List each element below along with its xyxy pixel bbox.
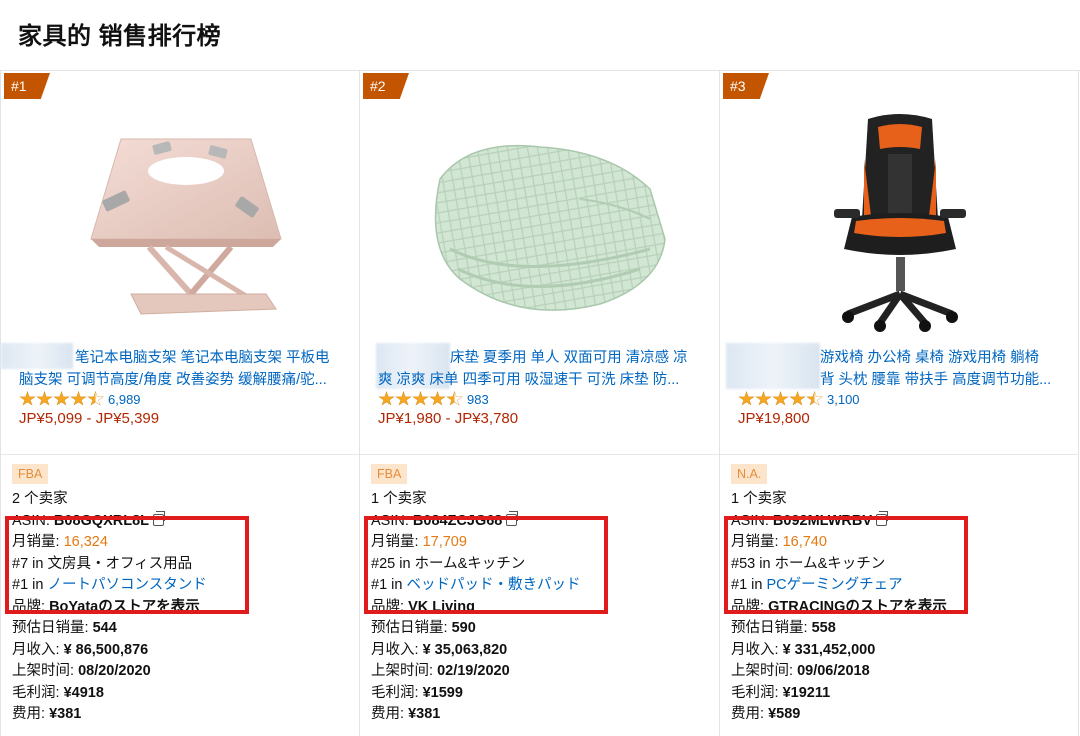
bestseller-grid: #1 笔记本电脑支架 笔记本电脑支架 平板电 脑支架 可调节高度/角度 改善姿势… bbox=[0, 70, 1080, 736]
seller-count-label: 个卖家 bbox=[739, 491, 787, 507]
fulfillment-badge: FBA bbox=[371, 464, 408, 484]
fulfillment-badge: FBA bbox=[12, 464, 49, 484]
monthly-revenue-label: 月收入: bbox=[371, 641, 423, 658]
price: JP¥1,980 - JP¥3,780 bbox=[378, 410, 519, 427]
rating-count[interactable]: 6,989 bbox=[108, 392, 141, 407]
daily-sales-value: 544 bbox=[92, 620, 117, 636]
fee-label: 费用: bbox=[371, 706, 409, 722]
product-title-link[interactable]: 游戏椅 办公椅 桌椅 游戏用椅 躺椅 背 头枕 腰靠 带扶手 高度调节功能... bbox=[738, 347, 1068, 391]
gross-profit-value: ¥19211 bbox=[782, 684, 831, 701]
rank-badge: #3 bbox=[723, 73, 769, 99]
rating-count[interactable]: 3,100 bbox=[827, 392, 860, 407]
fee-label: 费用: bbox=[12, 706, 50, 722]
divider bbox=[720, 454, 1078, 455]
gaming-chair-image[interactable] bbox=[760, 109, 1040, 339]
gross-profit-label: 毛利润: bbox=[371, 684, 423, 701]
product-title-link[interactable]: 床垫 夏季用 单人 双面可用 清凉感 凉 爽 凉爽 床单 四季可用 吸湿速干 可… bbox=[378, 347, 708, 391]
fulfillment-badge: N.A. bbox=[731, 464, 768, 484]
seller-count[interactable]: 2 bbox=[12, 491, 20, 507]
page-title: 家具的 销售排行榜 bbox=[18, 23, 222, 50]
rank-badge: #2 bbox=[363, 73, 409, 99]
seller-count-label: 个卖家 bbox=[20, 491, 68, 507]
highlight-box bbox=[5, 516, 249, 614]
title-line-2: 爽 凉爽 床单 四季可用 吸湿速干 可洗 床垫 防... bbox=[378, 372, 680, 388]
listed-date-label: 上架时间: bbox=[371, 663, 438, 679]
gross-profit-label: 毛利润: bbox=[12, 684, 64, 701]
monthly-revenue-value: ¥ 331,452,000 bbox=[782, 641, 876, 658]
listed-date-value: 09/06/2018 bbox=[797, 663, 870, 679]
monthly-revenue-label: 月收入: bbox=[12, 641, 64, 658]
daily-sales-label: 预估日销量: bbox=[731, 620, 812, 636]
title-line-1: 床垫 夏季用 单人 双面可用 清凉感 凉 bbox=[450, 350, 688, 366]
daily-sales-label: 预估日销量: bbox=[371, 620, 452, 636]
price: JP¥19,800 bbox=[738, 410, 810, 427]
product-title-link[interactable]: 笔记本电脑支架 笔记本电脑支架 平板电 脑支架 可调节高度/角度 改善姿势 缓解… bbox=[19, 347, 349, 391]
cooling-mattress-pad-image[interactable] bbox=[400, 109, 680, 339]
star-rating[interactable]: 6,989 bbox=[19, 391, 141, 407]
fee-value: ¥589 bbox=[768, 706, 801, 722]
title-line-1: 笔记本电脑支架 笔记本电脑支架 平板电 bbox=[75, 350, 330, 366]
listed-date-label: 上架时间: bbox=[731, 663, 798, 679]
star-rating[interactable]: 983 bbox=[378, 391, 489, 407]
fee-label: 费用: bbox=[731, 706, 769, 722]
seller-count[interactable]: 1 bbox=[731, 491, 739, 507]
monthly-revenue-label: 月收入: bbox=[731, 641, 783, 658]
fee-value: ¥381 bbox=[49, 706, 82, 722]
highlight-box bbox=[364, 516, 608, 614]
price: JP¥5,099 - JP¥5,399 bbox=[19, 410, 160, 427]
title-line-2: 背 头枕 腰靠 带扶手 高度调节功能... bbox=[820, 372, 1052, 388]
gross-profit-value: ¥1599 bbox=[422, 684, 463, 701]
rating-count[interactable]: 983 bbox=[467, 392, 489, 407]
seller-count-label: 个卖家 bbox=[379, 491, 427, 507]
monthly-revenue-value: ¥ 86,500,876 bbox=[63, 641, 149, 658]
daily-sales-label: 预估日销量: bbox=[12, 620, 93, 636]
gross-profit-label: 毛利润: bbox=[731, 684, 783, 701]
daily-sales-value: 558 bbox=[811, 620, 836, 636]
product-card[interactable]: #3 游戏椅 办公椅 桌椅 游戏用椅 躺椅 背 头枕 腰靠 带扶手 高度调节功能… bbox=[720, 71, 1079, 736]
divider bbox=[360, 454, 719, 455]
stars-icon bbox=[378, 391, 463, 407]
stars-icon bbox=[738, 391, 823, 407]
star-rating[interactable]: 3,100 bbox=[738, 391, 860, 407]
title-line-1: 游戏椅 办公椅 桌椅 游戏用椅 躺椅 bbox=[820, 350, 1040, 366]
highlight-box bbox=[724, 516, 968, 614]
product-card[interactable]: #1 笔记本电脑支架 笔记本电脑支架 平板电 脑支架 可调节高度/角度 改善姿势… bbox=[0, 71, 360, 736]
listed-date-label: 上架时间: bbox=[12, 663, 79, 679]
laptop-stand-image[interactable] bbox=[41, 109, 321, 339]
title-line-2: 脑支架 可调节高度/角度 改善姿势 缓解腰痛/驼... bbox=[19, 372, 327, 388]
gross-profit-value: ¥4918 bbox=[63, 684, 104, 701]
daily-sales-value: 590 bbox=[451, 620, 476, 636]
monthly-revenue-value: ¥ 35,063,820 bbox=[422, 641, 508, 658]
listed-date-value: 08/20/2020 bbox=[78, 663, 151, 679]
stars-icon bbox=[19, 391, 104, 407]
rank-badge: #1 bbox=[4, 73, 50, 99]
divider bbox=[1, 454, 359, 455]
fee-value: ¥381 bbox=[408, 706, 441, 722]
product-card[interactable]: #2 床垫 夏季用 单人 双面可用 清凉感 凉 爽 凉爽 床单 四季可用 吸湿速… bbox=[360, 71, 720, 736]
listed-date-value: 02/19/2020 bbox=[437, 663, 510, 679]
seller-count[interactable]: 1 bbox=[371, 491, 379, 507]
